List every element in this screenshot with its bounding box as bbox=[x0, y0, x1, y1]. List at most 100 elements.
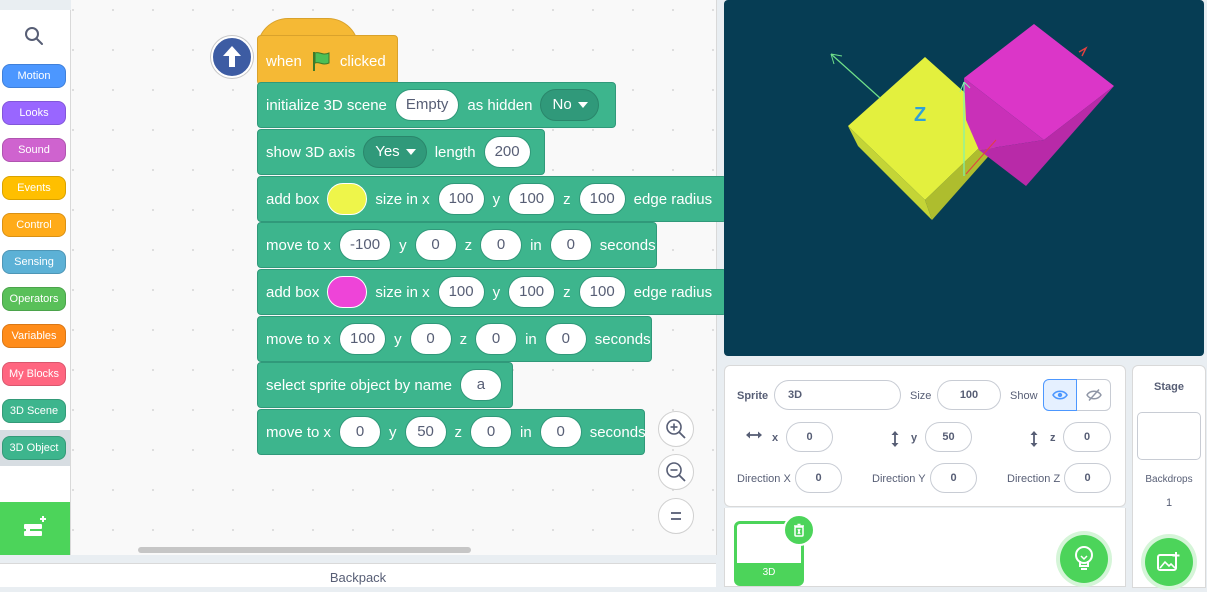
hidden-value: No bbox=[552, 96, 572, 113]
show-axis-value: Yes bbox=[375, 143, 400, 160]
seconds-input[interactable]: 0 bbox=[539, 416, 582, 448]
x-input[interactable]: 0 bbox=[339, 416, 382, 448]
z-label: z bbox=[1050, 432, 1056, 444]
box-color-picker[interactable] bbox=[327, 276, 368, 308]
add-extension-button[interactable] bbox=[0, 502, 70, 555]
zoom-in-icon bbox=[666, 419, 686, 439]
add-extension-icon bbox=[24, 516, 46, 536]
x-input[interactable]: 100 bbox=[339, 323, 387, 355]
z-position-input[interactable]: 0 bbox=[1063, 422, 1111, 452]
sprite-name-input[interactable]: 3D bbox=[774, 380, 901, 410]
sprite-list-panel: 3D bbox=[724, 508, 1126, 587]
block-text: y bbox=[399, 236, 407, 254]
when-label: when bbox=[266, 52, 302, 70]
when-flag-clicked-block[interactable]: when clicked bbox=[257, 35, 398, 85]
block-text: as hidden bbox=[467, 96, 533, 114]
x-label: x bbox=[772, 432, 779, 444]
x-arrows-icon bbox=[745, 430, 763, 443]
hidden-dropdown[interactable]: No bbox=[540, 89, 599, 121]
show-label: Show bbox=[1010, 390, 1038, 402]
block-text: y bbox=[394, 330, 402, 348]
add-box-block[interactable]: add box size in x 100 y 100 z 100 edge r… bbox=[257, 269, 727, 315]
size-z-input[interactable]: 100 bbox=[578, 276, 626, 308]
horizontal-scrollbar[interactable] bbox=[138, 547, 471, 553]
size-y-input[interactable]: 100 bbox=[508, 183, 556, 215]
size-input[interactable]: 100 bbox=[937, 380, 1001, 410]
category-operators[interactable]: Operators bbox=[2, 287, 66, 311]
show-axis-dropdown[interactable]: Yes bbox=[363, 136, 427, 168]
y-position-input[interactable]: 50 bbox=[925, 422, 972, 452]
initialize-3d-scene-block[interactable]: initialize 3D scene Empty as hidden No bbox=[257, 82, 616, 128]
delete-sprite-button[interactable] bbox=[783, 514, 815, 546]
category-motion[interactable]: Motion bbox=[2, 64, 66, 88]
scene-type-input[interactable]: Empty bbox=[394, 89, 460, 121]
show-hidden-button[interactable] bbox=[1077, 379, 1111, 411]
choose-backdrop-button[interactable] bbox=[1145, 538, 1193, 586]
block-text: move to x bbox=[266, 423, 332, 441]
x-input[interactable]: -100 bbox=[339, 229, 392, 261]
box-color-picker[interactable] bbox=[327, 183, 368, 215]
category-my-blocks[interactable]: My Blocks bbox=[2, 362, 66, 386]
block-text: seconds bbox=[599, 236, 656, 254]
category-events[interactable]: Events bbox=[2, 176, 66, 200]
object-name-input[interactable]: a bbox=[459, 369, 502, 401]
go-to-top-button[interactable] bbox=[211, 36, 253, 78]
category-3d-object[interactable]: 3D Object bbox=[2, 436, 66, 460]
zoom-in-button[interactable] bbox=[658, 411, 694, 447]
category-sound[interactable]: Sound bbox=[2, 138, 66, 162]
block-text: edge radius bbox=[633, 190, 713, 208]
category-control[interactable]: Control bbox=[2, 213, 66, 237]
z-input[interactable]: 0 bbox=[480, 229, 523, 261]
direction-z-input[interactable]: 0 bbox=[1064, 463, 1111, 493]
axis-length-input[interactable]: 200 bbox=[483, 136, 531, 168]
zoom-out-button[interactable] bbox=[658, 454, 694, 490]
y-input[interactable]: 0 bbox=[409, 323, 452, 355]
y-input[interactable]: 50 bbox=[404, 416, 447, 448]
direction-y-input[interactable]: 0 bbox=[930, 463, 977, 493]
lightbulb-icon bbox=[1075, 546, 1093, 570]
y-input[interactable]: 0 bbox=[414, 229, 457, 261]
z-input[interactable]: 0 bbox=[475, 323, 518, 355]
z-input[interactable]: 0 bbox=[470, 416, 513, 448]
size-label: Size bbox=[910, 390, 932, 402]
add-box-block[interactable]: add box size in x 100 y 100 z 100 edge r… bbox=[257, 176, 727, 222]
show-3d-axis-block[interactable]: show 3D axis Yes length 200 bbox=[257, 129, 545, 175]
direction-y-label: Direction Y bbox=[872, 473, 926, 485]
z-axis-label: Z bbox=[914, 104, 926, 126]
y-label: y bbox=[911, 432, 918, 444]
size-z-input[interactable]: 100 bbox=[578, 183, 626, 215]
category-looks[interactable]: Looks bbox=[2, 101, 66, 125]
category-sensing[interactable]: Sensing bbox=[2, 250, 66, 274]
category-variables[interactable]: Variables bbox=[2, 324, 66, 348]
block-text: move to x bbox=[266, 236, 332, 254]
zoom-reset-button[interactable] bbox=[658, 498, 694, 534]
size-x-input[interactable]: 100 bbox=[437, 183, 485, 215]
zoom-out-icon bbox=[666, 462, 686, 482]
choose-sprite-button[interactable] bbox=[1060, 535, 1108, 583]
show-visible-button[interactable] bbox=[1043, 379, 1077, 411]
backpack-bar[interactable]: Backpack bbox=[0, 563, 716, 587]
backdrops-count: 1 bbox=[1165, 497, 1173, 509]
seconds-input[interactable]: 0 bbox=[549, 229, 592, 261]
trash-icon bbox=[794, 523, 804, 537]
green-flag-icon bbox=[310, 50, 332, 72]
block-text: y bbox=[389, 423, 397, 441]
select-sprite-object-block[interactable]: select sprite object by name a bbox=[257, 362, 513, 408]
seconds-input[interactable]: 0 bbox=[544, 323, 587, 355]
size-x-input[interactable]: 100 bbox=[437, 276, 485, 308]
move-to-block[interactable]: move to x -100 y 0 z 0 in 0 seconds bbox=[257, 222, 657, 268]
z-arrows-icon bbox=[1029, 430, 1039, 451]
move-to-block[interactable]: move to x 0 y 50 z 0 in 0 seconds bbox=[257, 409, 646, 455]
stage-thumbnail[interactable] bbox=[1137, 412, 1201, 460]
backdrops-label: Backdrops bbox=[1145, 474, 1193, 485]
arrow-up-icon bbox=[223, 46, 241, 67]
block-text: in bbox=[525, 330, 537, 348]
move-to-block[interactable]: move to x 100 y 0 z 0 in 0 seconds bbox=[257, 316, 652, 362]
x-position-input[interactable]: 0 bbox=[786, 422, 833, 452]
category-3d-scene[interactable]: 3D Scene bbox=[2, 399, 66, 423]
size-y-input[interactable]: 100 bbox=[508, 276, 556, 308]
stage-canvas[interactable]: Z bbox=[724, 0, 1204, 356]
direction-x-input[interactable]: 0 bbox=[795, 463, 842, 493]
search-icon[interactable] bbox=[22, 24, 46, 48]
block-text: move to x bbox=[266, 330, 332, 348]
